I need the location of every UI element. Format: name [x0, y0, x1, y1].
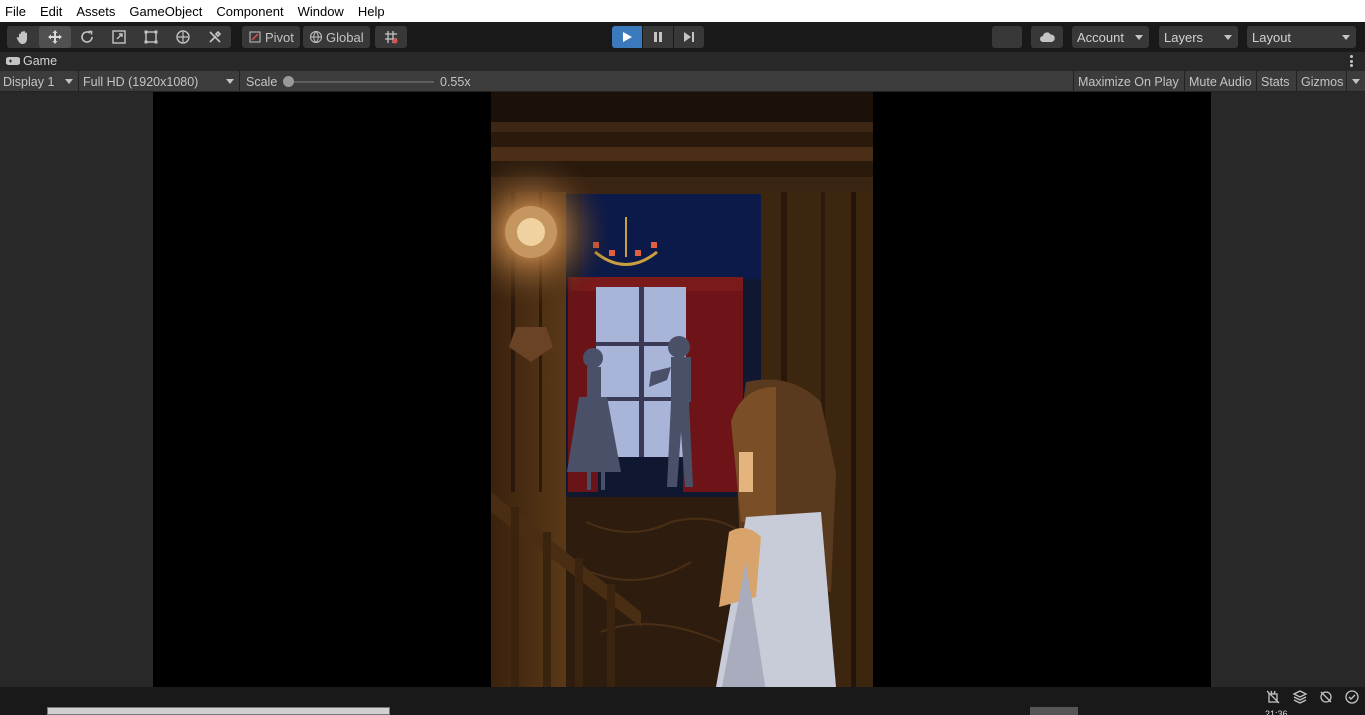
- tools-icon: [209, 30, 222, 43]
- tab-game-label: Game: [23, 54, 58, 68]
- menu-help[interactable]: Help: [358, 4, 385, 19]
- chevron-down-icon: [1352, 78, 1360, 84]
- pause-icon: [654, 32, 662, 42]
- chevron-down-icon: [1135, 35, 1143, 40]
- global-label: Global: [326, 29, 364, 45]
- collab-button[interactable]: [992, 26, 1022, 48]
- more-options-icon[interactable]: [1350, 55, 1353, 67]
- cloud-button[interactable]: [1031, 26, 1063, 48]
- divider: [78, 71, 79, 92]
- scale-label: Scale: [246, 74, 278, 89]
- menu-gameobject[interactable]: GameObject: [129, 4, 202, 19]
- layers-stack-icon[interactable]: [1292, 689, 1308, 705]
- game-scene-image: [491, 92, 873, 687]
- scale-icon: [112, 30, 126, 44]
- chevron-down-icon: [65, 79, 73, 84]
- hand-tool-button[interactable]: [7, 26, 39, 48]
- transform-tools-group: [7, 26, 231, 48]
- menu-bar: File Edit Assets GameObject Component Wi…: [0, 0, 1365, 22]
- display-select[interactable]: Display 1: [3, 73, 77, 90]
- menu-assets[interactable]: Assets: [76, 4, 115, 19]
- resolution-select[interactable]: Full HD (1920x1080): [83, 73, 238, 90]
- check-circle-icon[interactable]: [1344, 689, 1360, 705]
- chevron-down-icon: [1342, 35, 1350, 40]
- scale-slider-track[interactable]: [289, 81, 434, 83]
- play-button[interactable]: [612, 26, 642, 48]
- chevron-down-icon: [226, 79, 234, 84]
- rotate-icon: [81, 30, 93, 43]
- menu-window[interactable]: Window: [298, 4, 344, 19]
- move-tool-button[interactable]: [39, 26, 71, 48]
- pivot-toggle[interactable]: Pivot: [242, 26, 300, 48]
- divider: [239, 71, 240, 92]
- step-icon: [684, 32, 694, 42]
- transform-icon: [176, 30, 190, 44]
- gizmos-dropdown[interactable]: [1346, 71, 1365, 92]
- stats-toggle[interactable]: Stats: [1256, 71, 1294, 92]
- tab-game[interactable]: Game: [6, 54, 57, 68]
- layers-label: Layers: [1164, 29, 1204, 45]
- playmode-controls: [612, 26, 704, 48]
- taskbar-fragment: [1030, 707, 1078, 715]
- scale-tool-button[interactable]: [103, 26, 135, 48]
- game-render: [491, 92, 873, 687]
- grid-snap-icon: [385, 31, 398, 44]
- account-dropdown[interactable]: Account: [1072, 26, 1149, 48]
- status-bar: 21:36: [0, 687, 1365, 715]
- pivot-icon: [249, 31, 261, 43]
- game-view-controls: Display 1 Full HD (1920x1080) Scale 0.55…: [0, 71, 1365, 92]
- cloud-icon: [1040, 32, 1055, 42]
- game-tab-bar: Game: [0, 52, 1365, 71]
- scale-slider-thumb[interactable]: [283, 76, 294, 87]
- menu-edit[interactable]: Edit: [40, 4, 62, 19]
- scale-value: 0.55x: [440, 74, 471, 89]
- rotate-tool-button[interactable]: [71, 26, 103, 48]
- taskbar-fragment: [47, 707, 390, 715]
- rect-icon: [144, 30, 158, 44]
- menu-file[interactable]: File: [5, 4, 26, 19]
- chevron-down-icon: [1224, 35, 1232, 40]
- layout-dropdown[interactable]: Layout: [1247, 26, 1356, 48]
- resolution-value: Full HD (1920x1080): [83, 74, 199, 89]
- global-toggle[interactable]: Global: [303, 26, 370, 48]
- hand-icon: [16, 31, 27, 44]
- step-button[interactable]: [674, 26, 704, 48]
- main-toolbar: Pivot Global Account Layers Layout: [0, 22, 1365, 52]
- debug-icon[interactable]: [1265, 689, 1281, 705]
- display-value: Display 1: [3, 74, 55, 89]
- play-icon: [623, 32, 632, 42]
- pause-button[interactable]: [643, 26, 673, 48]
- game-viewport[interactable]: [0, 92, 1365, 687]
- gizmos-toggle[interactable]: Gizmos: [1296, 71, 1347, 92]
- layout-label: Layout: [1252, 29, 1292, 45]
- gamepad-icon: [6, 57, 20, 65]
- rect-tool-button[interactable]: [135, 26, 167, 48]
- mute-audio-toggle[interactable]: Mute Audio: [1184, 71, 1256, 92]
- menu-component[interactable]: Component: [216, 4, 283, 19]
- globe-icon: [310, 31, 322, 43]
- grid-snap-button[interactable]: [375, 26, 407, 48]
- pivot-label: Pivot: [265, 29, 294, 45]
- custom-tool-button[interactable]: [199, 26, 231, 48]
- move-icon: [48, 30, 62, 44]
- maximize-on-play-toggle[interactable]: Maximize On Play: [1073, 71, 1183, 92]
- account-label: Account: [1077, 29, 1124, 45]
- clock-fragment: 21:36: [1265, 709, 1288, 715]
- transform-tool-button[interactable]: [167, 26, 199, 48]
- lighting-icon[interactable]: [1318, 689, 1334, 705]
- layers-dropdown[interactable]: Layers: [1159, 26, 1238, 48]
